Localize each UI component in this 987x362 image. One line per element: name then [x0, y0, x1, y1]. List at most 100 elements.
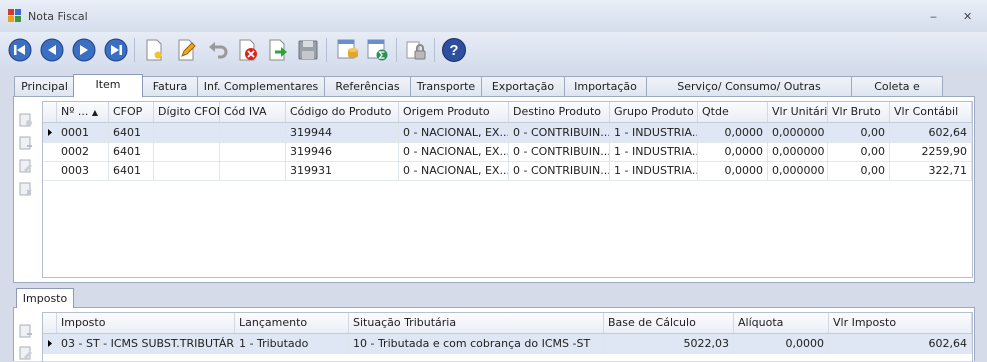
cell-digito-cfop[interactable]: [154, 161, 220, 180]
cell-base-calculo[interactable]: 5022,03: [604, 334, 734, 353]
cell-cod-iva[interactable]: [220, 161, 286, 180]
edit-button[interactable]: [172, 36, 200, 64]
cell-codigo-produto[interactable]: 319944: [286, 123, 399, 142]
column-header-codigo-produto[interactable]: Código do Produto: [286, 102, 399, 122]
cell-origem-produto[interactable]: 0 - NACIONAL, EX...: [399, 123, 509, 142]
cell-situacao-tributaria[interactable]: 10 - Tributada e com cobrança do ICMS -S…: [349, 334, 604, 353]
cell-codigo-produto[interactable]: 319931: [286, 161, 399, 180]
tab-principal[interactable]: Principal: [14, 76, 75, 96]
insert-tax-row-icon[interactable]: [19, 324, 33, 338]
tab-fatura[interactable]: Fatura: [142, 76, 198, 96]
edit-tax-row-icon[interactable]: [19, 346, 33, 360]
undo-button[interactable]: [204, 36, 232, 64]
insert-row-icon[interactable]: [19, 136, 33, 150]
table-row[interactable]: 0003 6401 319931 0 - NACIONAL, EX... 0 -…: [43, 161, 972, 181]
tab-item[interactable]: Item: [73, 74, 143, 97]
table-row[interactable]: 0002 6401 319946 0 - NACIONAL, EX... 0 -…: [43, 142, 972, 162]
cell-numero[interactable]: 0003: [57, 161, 109, 180]
minimize-button[interactable]: ‒: [930, 10, 937, 23]
tab-exportacao[interactable]: Exportação: [481, 76, 565, 96]
cell-cfop[interactable]: 6401: [109, 123, 154, 142]
edit-row-icon[interactable]: [19, 159, 33, 173]
tab-imposto[interactable]: Imposto: [16, 288, 74, 308]
cell-vlr-bruto[interactable]: 0,00: [828, 142, 890, 161]
cell-vlr-unitario[interactable]: 0,000000: [768, 161, 828, 180]
first-record-button[interactable]: [6, 36, 34, 64]
column-header-grupo-produto[interactable]: Grupo Produto: [610, 102, 698, 122]
cell-grupo-produto[interactable]: 1 - INDUSTRIA...: [610, 142, 698, 161]
cell-numero[interactable]: 0002: [57, 142, 109, 161]
cell-grupo-produto[interactable]: 1 - INDUSTRIA...: [610, 123, 698, 142]
column-header-vlr-imposto[interactable]: Vlr Imposto: [829, 313, 972, 333]
cell-destino-produto[interactable]: 0 - CONTRIBUIN...: [509, 142, 610, 161]
column-header-lancamento[interactable]: Lançamento: [235, 313, 349, 333]
tab-transporte[interactable]: Transporte: [410, 76, 482, 96]
previous-record-button[interactable]: [38, 36, 66, 64]
save-and-forward-button[interactable]: [264, 36, 292, 64]
cell-imposto[interactable]: 03 - ST - ICMS SUBST.TRIBUTÁRIA: [57, 334, 235, 353]
cell-digito-cfop[interactable]: [154, 123, 220, 142]
cell-qtde[interactable]: 0,0000: [698, 161, 768, 180]
window-title: Nota Fiscal: [28, 10, 88, 23]
cell-numero[interactable]: 0001: [57, 123, 109, 142]
current-row-indicator-icon: [48, 340, 52, 347]
column-header-destino-produto[interactable]: Destino Produto: [509, 102, 610, 122]
cell-vlr-imposto[interactable]: 602,64: [829, 334, 972, 353]
cell-vlr-contabil[interactable]: 322,71: [890, 161, 972, 180]
column-header-origem-produto[interactable]: Origem Produto: [399, 102, 509, 122]
delete-row-icon[interactable]: [19, 182, 33, 196]
cell-vlr-bruto[interactable]: 0,00: [828, 161, 890, 180]
column-header-cfop[interactable]: CFOP: [109, 102, 154, 122]
tab-importacao[interactable]: Importação: [564, 76, 647, 96]
tab-inf-complementares[interactable]: Inf. Complementares: [197, 76, 325, 96]
save-button[interactable]: [294, 36, 322, 64]
next-record-button[interactable]: [70, 36, 98, 64]
tab-coleta-entrega[interactable]: Coleta e Entrega: [851, 76, 943, 113]
column-header-aliquota[interactable]: Alíquota: [734, 313, 829, 333]
cell-cod-iva[interactable]: [220, 123, 286, 142]
cell-cfop[interactable]: 6401: [109, 161, 154, 180]
table-row[interactable]: 0001 6401 319944 0 - NACIONAL, EX... 0 -…: [43, 123, 972, 143]
lock-button[interactable]: [402, 36, 430, 64]
cell-destino-produto[interactable]: 0 - CONTRIBUIN...: [509, 161, 610, 180]
cell-lancamento[interactable]: 1 - Tributado: [235, 334, 349, 353]
tab-servico-consumo[interactable]: Serviço/ Consumo/ Outras Transações: [646, 76, 852, 113]
column-header-vlr-unitario[interactable]: Vlr Unitário: [768, 102, 828, 122]
column-header-cod-iva[interactable]: Cód IVA: [220, 102, 286, 122]
column-header-imposto[interactable]: Imposto: [57, 313, 235, 333]
column-header-situacao-tributaria[interactable]: Situação Tributária: [349, 313, 604, 333]
cell-vlr-unitario[interactable]: 0,000000: [768, 142, 828, 161]
add-row-icon[interactable]: [19, 113, 33, 127]
cell-qtde[interactable]: 0,0000: [698, 142, 768, 161]
database-button[interactable]: [334, 36, 362, 64]
cell-vlr-unitario[interactable]: 0,000000: [768, 123, 828, 142]
cell-codigo-produto[interactable]: 319946: [286, 142, 399, 161]
cell-cod-iva[interactable]: [220, 142, 286, 161]
new-button[interactable]: [140, 36, 168, 64]
cell-qtde[interactable]: 0,0000: [698, 123, 768, 142]
close-button[interactable]: ✕: [963, 10, 972, 23]
calculate-button[interactable]: [364, 36, 392, 64]
column-header-vlr-contabil[interactable]: Vlr Contábil: [890, 102, 972, 122]
help-button[interactable]: ?: [440, 36, 468, 64]
cell-grupo-produto[interactable]: 1 - INDUSTRIA...: [610, 161, 698, 180]
column-header-digito-cfop[interactable]: Dígito CFOP: [154, 102, 220, 122]
cell-origem-produto[interactable]: 0 - NACIONAL, EX...: [399, 142, 509, 161]
delete-button[interactable]: [234, 36, 262, 64]
cell-vlr-bruto[interactable]: 0,00: [828, 123, 890, 142]
column-header-numero[interactable]: Nº ... ▲: [57, 102, 109, 122]
table-row[interactable]: 03 - ST - ICMS SUBST.TRIBUTÁRIA 1 - Trib…: [43, 334, 972, 354]
tab-referencias[interactable]: Referências: [324, 76, 411, 96]
cell-digito-cfop[interactable]: [154, 142, 220, 161]
cell-vlr-contabil[interactable]: 2259,90: [890, 142, 972, 161]
column-header-base-calculo[interactable]: Base de Cálculo: [604, 313, 734, 333]
column-header-qtde[interactable]: Qtde: [698, 102, 768, 122]
edit-pencil-icon: [178, 39, 196, 61]
cell-origem-produto[interactable]: 0 - NACIONAL, EX...: [399, 161, 509, 180]
cell-cfop[interactable]: 6401: [109, 142, 154, 161]
column-header-vlr-bruto[interactable]: Vlr Bruto: [828, 102, 890, 122]
cell-vlr-contabil[interactable]: 602,64: [890, 123, 972, 142]
cell-destino-produto[interactable]: 0 - CONTRIBUIN...: [509, 123, 610, 142]
last-record-button[interactable]: [102, 36, 130, 64]
cell-aliquota[interactable]: 0,0000: [734, 334, 829, 353]
